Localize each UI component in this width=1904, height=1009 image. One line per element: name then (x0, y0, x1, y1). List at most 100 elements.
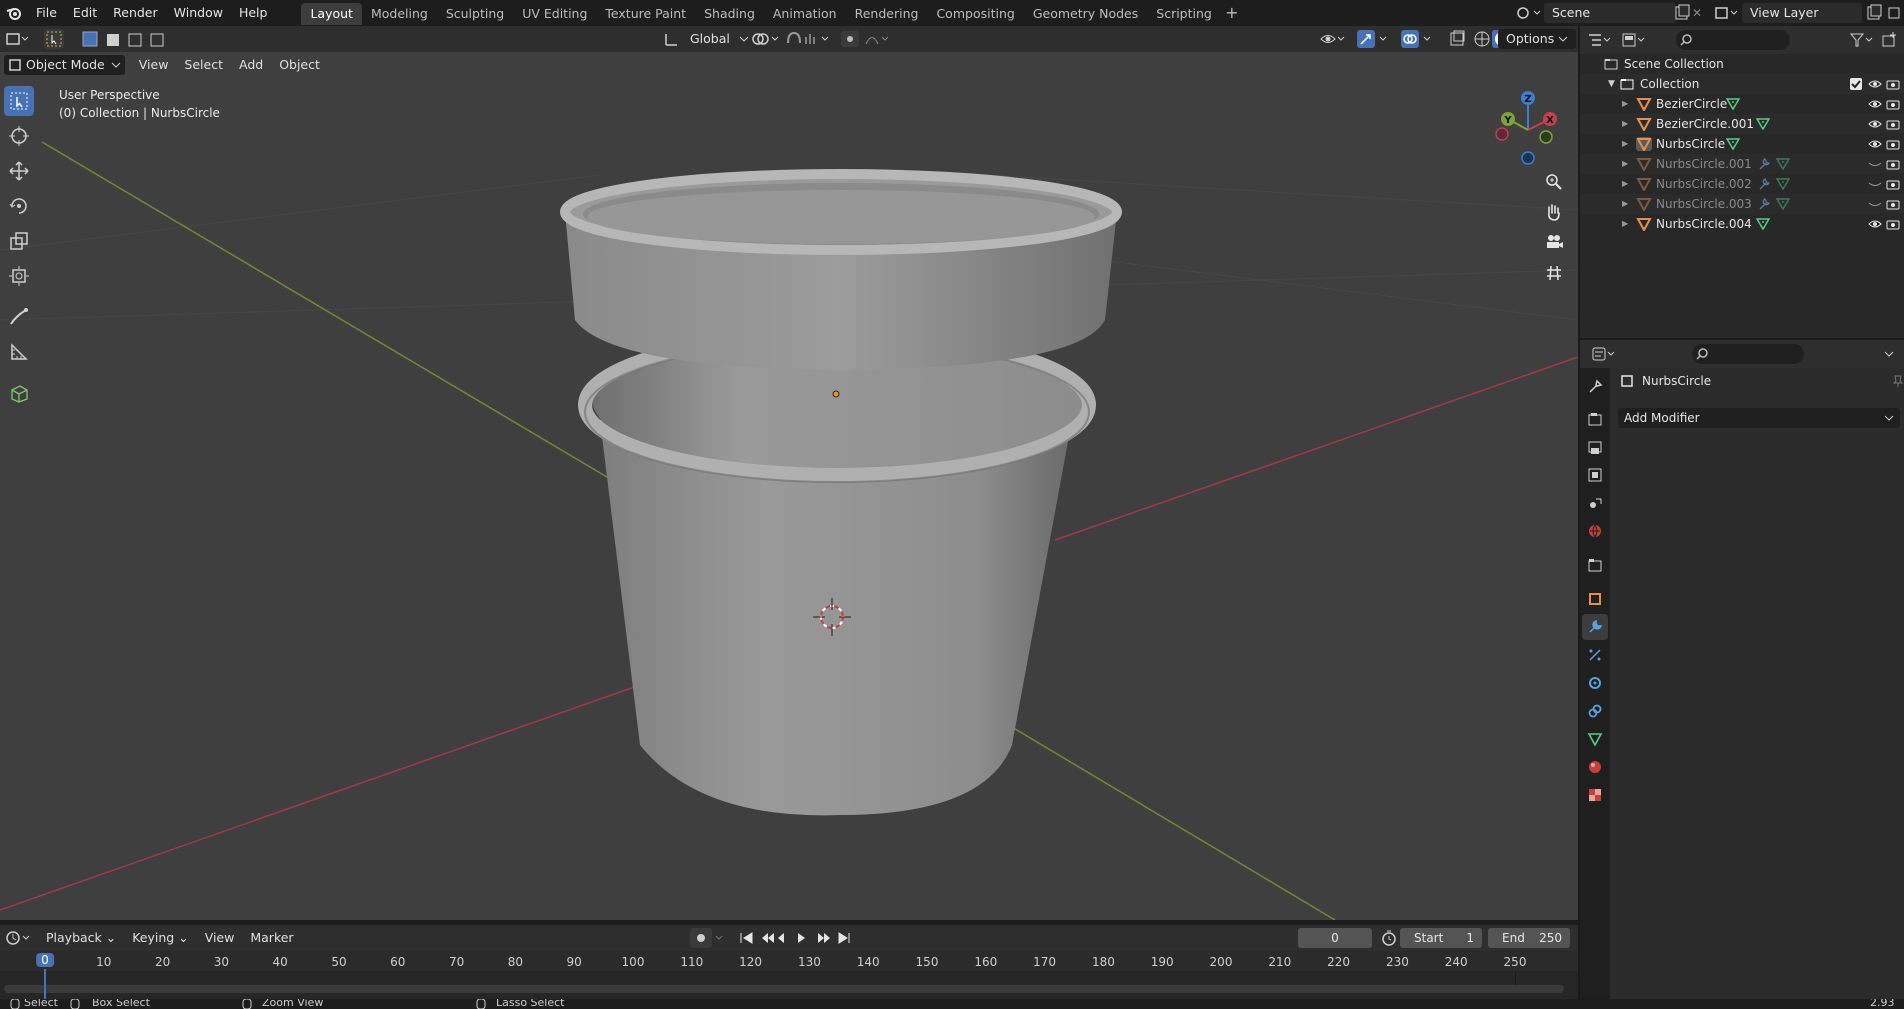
move-tool-icon[interactable] (4, 156, 34, 186)
expand-arrow-icon[interactable]: ▶ (1622, 114, 1628, 134)
camera-view-icon[interactable] (1543, 231, 1565, 253)
particles-tab-icon[interactable] (1582, 642, 1608, 668)
menu-object[interactable]: Object (271, 55, 328, 75)
add-modifier-dropdown[interactable]: Add Modifier (1618, 408, 1900, 428)
menu-add[interactable]: Add (231, 55, 271, 75)
playback-controls[interactable] (738, 928, 858, 948)
auto-keying-record-icon[interactable] (690, 928, 724, 948)
pan-hand-icon[interactable] (1543, 201, 1565, 223)
transform-tool-icon[interactable] (4, 261, 34, 291)
start-frame-field[interactable]: Start 1 (1400, 928, 1482, 948)
object-tab-icon[interactable] (1582, 586, 1608, 612)
menu-view[interactable]: View (131, 55, 177, 75)
render-camera-icon[interactable] (1886, 198, 1900, 210)
menu-edit[interactable]: Edit (65, 0, 105, 26)
tab-rendering[interactable]: Rendering (846, 3, 928, 25)
properties-editor-type-icon[interactable] (1590, 344, 1618, 364)
end-frame-field[interactable]: End 250 (1488, 928, 1570, 948)
add-workspace-icon[interactable]: + (1221, 2, 1243, 24)
timeline-ruler[interactable]: 0 10 20 30 40 50 60 70 80 90 100 110 120 130 140 150 160… (0, 951, 1578, 971)
selection-mode-icons[interactable] (82, 31, 174, 47)
add-cube-tool-icon[interactable] (4, 378, 34, 408)
visibility-eye-icon[interactable] (1868, 138, 1882, 150)
outliner-row-object[interactable]: ▶ NurbsCircle.001 (1580, 154, 1904, 174)
display-mode-icon[interactable] (1620, 30, 1648, 50)
tab-modeling[interactable]: Modeling (362, 3, 437, 25)
tab-geometry-nodes[interactable]: Geometry Nodes (1024, 3, 1147, 25)
new-view-layer-icon[interactable] (1864, 3, 1884, 23)
collection-visibility-eye-icon[interactable] (1868, 78, 1882, 90)
hidden-eye-icon[interactable] (1868, 198, 1882, 210)
menu-file[interactable]: File (28, 0, 65, 26)
visibility-eye-icon[interactable] (1868, 218, 1882, 230)
expand-arrow-icon[interactable]: ▶ (1622, 154, 1628, 174)
render-camera-icon[interactable] (1886, 178, 1900, 190)
timeline-editor-type-icon[interactable] (4, 928, 32, 948)
object-mode-dropdown[interactable]: Object Mode (4, 55, 125, 75)
remove-view-layer-icon[interactable] (1886, 3, 1902, 23)
scene-type-icon[interactable] (1514, 3, 1542, 23)
measure-tool-icon[interactable] (4, 337, 34, 367)
visibility-eye-icon[interactable] (1868, 98, 1882, 110)
texture-tab-icon[interactable] (1582, 782, 1608, 808)
keying-menu[interactable]: Keying ⌄ (124, 928, 196, 948)
filter-icon[interactable] (1848, 30, 1876, 50)
collection-exclude-checkbox[interactable] (1850, 78, 1862, 90)
new-scene-icon[interactable] (1672, 3, 1692, 23)
menu-help[interactable]: Help (231, 0, 276, 26)
menu-render[interactable]: Render (105, 0, 166, 26)
expand-arrow-icon[interactable]: ▶ (1622, 194, 1628, 214)
outliner-row-scene-collection[interactable]: Scene Collection (1580, 54, 1904, 74)
playhead-line[interactable] (44, 969, 46, 999)
outliner-editor-type-icon[interactable] (1586, 30, 1614, 50)
outliner-row-object[interactable]: ▶ BezierCircle (1580, 94, 1904, 114)
render-camera-icon[interactable] (1886, 138, 1900, 150)
view-layer-tab-icon[interactable] (1582, 462, 1608, 488)
proportional-edit-icon[interactable] (840, 29, 890, 49)
timeline-view-menu[interactable]: View (197, 928, 243, 948)
cursor-tool-icon[interactable] (4, 121, 34, 151)
delete-scene-icon[interactable]: ✕ (1692, 3, 1708, 23)
new-collection-icon[interactable] (1880, 30, 1900, 50)
visibility-eye-icon[interactable] (1868, 118, 1882, 130)
select-box-tool-icon[interactable] (4, 86, 34, 116)
overlays-icon[interactable] (1400, 29, 1434, 49)
tab-uv-editing[interactable]: UV Editing (513, 3, 596, 25)
scale-tool-icon[interactable] (4, 226, 34, 256)
tool-tab-icon[interactable] (1582, 374, 1608, 400)
xray-toggle-icon[interactable] (1448, 29, 1468, 49)
outliner-row-collection[interactable]: ▼ Collection (1580, 74, 1904, 94)
outliner-row-object[interactable]: ▶ NurbsCircle (1580, 134, 1904, 154)
current-frame-field[interactable]: 0 (1298, 928, 1372, 948)
data-tab-icon[interactable] (1582, 726, 1608, 752)
transform-orientation[interactable]: Global (662, 29, 750, 49)
ortho-grid-icon[interactable] (1543, 262, 1565, 284)
timeline-area[interactable]: 0 10 20 30 40 50 60 70 80 90 100 110 120 130 140 150 160… (0, 951, 1578, 999)
expand-arrow-icon[interactable]: ▶ (1622, 134, 1628, 154)
outliner-search-input[interactable] (1676, 30, 1790, 50)
options-dropdown[interactable]: Options (1498, 29, 1577, 49)
collection-render-camera-icon[interactable] (1886, 78, 1900, 90)
stopwatch-icon[interactable] (1380, 928, 1398, 948)
editor-type-icon[interactable] (4, 29, 32, 49)
marker-menu[interactable]: Marker (242, 928, 301, 948)
tab-shading[interactable]: Shading (695, 3, 764, 25)
render-camera-icon[interactable] (1886, 98, 1900, 110)
menu-window[interactable]: Window (166, 0, 231, 26)
pivot-point-icon[interactable] (748, 29, 780, 49)
hidden-eye-icon[interactable] (1868, 178, 1882, 190)
collapse-arrow-icon[interactable]: ▼ (1608, 74, 1615, 94)
physics-tab-icon[interactable] (1582, 670, 1608, 696)
zoom-icon[interactable] (1543, 171, 1565, 193)
view-layer-icon[interactable] (1712, 3, 1740, 23)
render-camera-icon[interactable] (1886, 118, 1900, 130)
world-tab-icon[interactable] (1582, 518, 1608, 544)
timeline-scrollbar[interactable] (4, 985, 1564, 993)
expand-arrow-icon[interactable]: ▶ (1622, 174, 1628, 194)
properties-search-input[interactable] (1692, 344, 1804, 364)
tab-animation[interactable]: Animation (764, 3, 846, 25)
visibility-icon[interactable] (1318, 29, 1346, 49)
render-camera-icon[interactable] (1886, 218, 1900, 230)
outliner-row-object[interactable]: ▶ NurbsCircle.003 (1580, 194, 1904, 214)
output-tab-icon[interactable] (1582, 434, 1608, 460)
